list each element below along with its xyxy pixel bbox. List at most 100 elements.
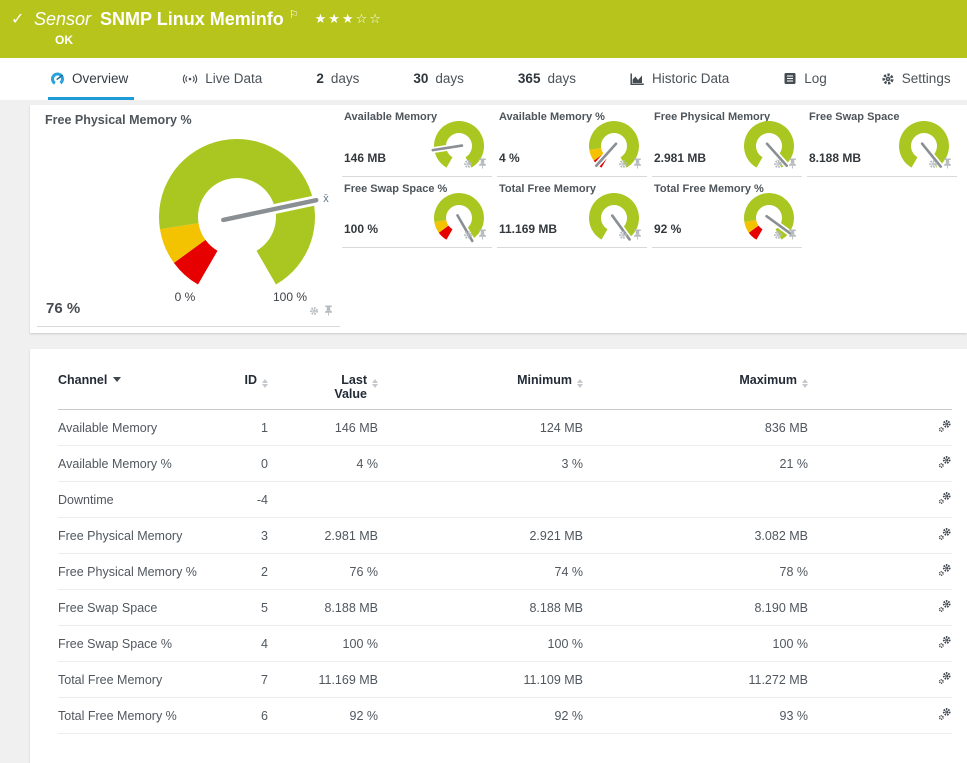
table-body: Available Memory 1 146 MB 124 MB 836 MB Avail… [58, 409, 952, 734]
svg-text:x̄: x̄ [323, 193, 329, 205]
column-label: Channel [58, 373, 108, 387]
gauge-free-swap-space-pct[interactable]: Free Swap Space % 100 % [342, 177, 492, 248]
cell-max: 78 % [583, 553, 808, 590]
gauge-free-swap-space[interactable]: Free Swap Space 8.188 MB [807, 105, 957, 177]
cell-min: 2.921 MB [378, 517, 583, 554]
channel-gears-icon[interactable] [938, 419, 952, 433]
tab-label: Live Data [205, 71, 263, 86]
tab-label: Settings [901, 71, 951, 86]
pin-icon[interactable] [478, 229, 487, 240]
table-row: Total Free Memory 7 11.169 MB 11.109 MB 11.2… [58, 661, 952, 698]
cell-min [378, 481, 583, 518]
sort-icon [577, 379, 583, 388]
gauge-icon [50, 71, 65, 86]
cell-last: 146 MB [268, 409, 378, 446]
table-row: Available Memory 1 146 MB 124 MB 836 MB [58, 409, 952, 446]
cell-channel[interactable]: Available Memory [58, 409, 208, 446]
cell-id: 1 [208, 409, 268, 446]
gauge-available-memory[interactable]: Available Memory 146 MB [342, 105, 492, 177]
tab-2-days[interactable]: 2 days [314, 58, 365, 100]
cell-last: 2.981 MB [268, 517, 378, 554]
gauge-title: Free Swap Space [809, 111, 900, 123]
column-label: Maximum [739, 373, 797, 387]
column-header-min[interactable]: Minimum [378, 349, 583, 410]
gear-small-icon[interactable] [463, 159, 473, 169]
gauge-dial [428, 188, 490, 251]
table-row: Free Physical Memory 3 2.981 MB 2.921 MB 3.0… [58, 517, 952, 554]
tab-settings[interactable]: Settings [879, 58, 957, 100]
cell-channel[interactable]: Available Memory % [58, 445, 208, 482]
channel-gears-icon[interactable] [938, 491, 952, 505]
pin-icon[interactable] [478, 158, 487, 169]
priority-stars[interactable]: ★★★☆☆ [315, 11, 383, 26]
gauge-total-free-memory-pct[interactable]: Total Free Memory % 92 % [652, 177, 802, 248]
tab-overview[interactable]: Overview [48, 58, 135, 100]
gear-small-icon[interactable] [618, 159, 628, 169]
flag-icon[interactable]: ⚐ [289, 9, 299, 21]
tab-label: Log [804, 71, 827, 86]
gauge-value: 76 % [46, 300, 81, 317]
cell-channel[interactable]: Downtime [58, 481, 208, 518]
channel-gears-icon[interactable] [938, 671, 952, 685]
tab-log[interactable]: Log [781, 58, 833, 100]
cell-settings [808, 625, 952, 662]
pin-icon[interactable] [788, 158, 797, 169]
cell-id: 7 [208, 661, 268, 698]
pin-icon[interactable] [943, 158, 952, 169]
cell-channel[interactable]: Free Swap Space [58, 589, 208, 626]
gauge-free-physical-memory-pct[interactable]: Free Physical Memory % 0 % 100 % x̄ 76 % [37, 105, 340, 327]
tab-historic-data[interactable]: Historic Data [628, 58, 735, 100]
gauge-value: 100 % [344, 222, 379, 236]
gauge-free-physical-memory[interactable]: Free Physical Memory 2.981 MB [652, 105, 802, 177]
gear-small-icon[interactable] [928, 159, 938, 169]
tab-live-data[interactable]: Live Data [180, 58, 268, 100]
svg-text:0 %: 0 % [175, 290, 196, 304]
cell-channel[interactable]: Total Free Memory [58, 661, 208, 698]
cell-id: -4 [208, 481, 268, 518]
cell-channel[interactable]: Free Physical Memory % [58, 553, 208, 590]
tab-label: Overview [72, 71, 129, 86]
sort-desc-icon [113, 377, 122, 382]
cell-last: 92 % [268, 697, 378, 734]
pin-icon[interactable] [324, 305, 333, 316]
column-header-id[interactable]: ID [208, 349, 268, 410]
cell-channel[interactable]: Free Swap Space % [58, 625, 208, 662]
tab-label: days [435, 71, 464, 86]
gear-small-icon[interactable] [463, 230, 473, 240]
pin-icon[interactable] [633, 229, 642, 240]
channel-gears-icon[interactable] [938, 635, 952, 649]
gauge-available-memory-pct[interactable]: Available Memory % 4 % [497, 105, 647, 177]
channel-gears-icon[interactable] [938, 527, 952, 541]
column-header-channel[interactable]: Channel [58, 349, 208, 410]
cell-id: 3 [208, 517, 268, 554]
sensor-title[interactable]: SNMP Linux Meminfo [100, 9, 284, 29]
gear-small-icon[interactable] [773, 159, 783, 169]
gauge-dial [583, 188, 645, 251]
gauge-total-free-memory[interactable]: Total Free Memory 11.169 MB [497, 177, 647, 248]
cell-channel[interactable]: Free Physical Memory [58, 517, 208, 554]
channel-gears-icon[interactable] [938, 455, 952, 469]
tab-bar: Overview Live Data 2 days 30 days 365 days Histo… [0, 58, 967, 100]
cell-last: 100 % [268, 625, 378, 662]
gear-small-icon[interactable] [309, 306, 319, 316]
channel-gears-icon[interactable] [938, 599, 952, 613]
table-row: Total Free Memory % 6 92 % 92 % 93 % [58, 697, 952, 734]
pin-icon[interactable] [633, 158, 642, 169]
gauge-value: 146 MB [344, 151, 387, 165]
cell-max: 100 % [583, 625, 808, 662]
channel-gears-icon[interactable] [938, 707, 952, 721]
tab-365-days[interactable]: 365 days [516, 58, 582, 100]
gear-small-icon[interactable] [773, 230, 783, 240]
gear-small-icon[interactable] [618, 230, 628, 240]
column-header-last[interactable]: Last Value [268, 349, 378, 410]
column-header-max[interactable]: Maximum [583, 349, 808, 410]
gauge-value: 8.188 MB [809, 151, 862, 165]
tab-30-days[interactable]: 30 days [411, 58, 470, 100]
cell-min: 100 % [378, 625, 583, 662]
channel-table: Channel ID Last Value Minimum Maximum Availa… [58, 349, 952, 734]
cell-channel[interactable]: Total Free Memory % [58, 697, 208, 734]
channel-gears-icon[interactable] [938, 563, 952, 577]
cell-last: 76 % [268, 553, 378, 590]
pin-icon[interactable] [788, 229, 797, 240]
cell-last: 8.188 MB [268, 589, 378, 626]
